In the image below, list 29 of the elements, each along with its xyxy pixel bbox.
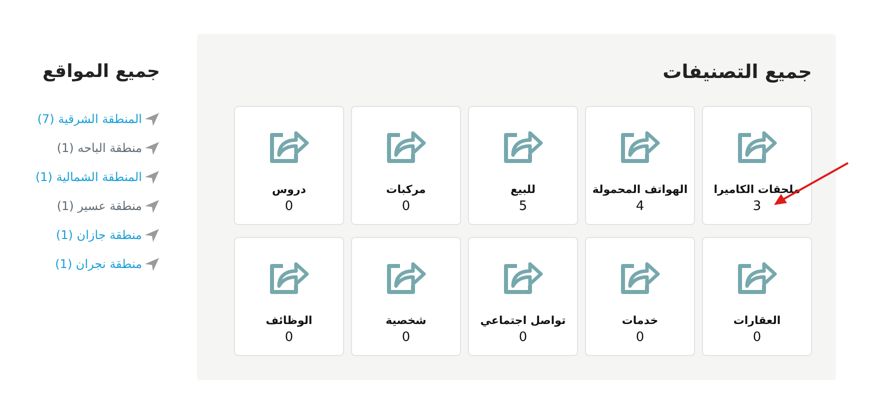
navigation-arrow-icon [144, 228, 160, 242]
category-name: مركبات [386, 183, 426, 197]
section-title: جميع المواقع [42, 60, 160, 84]
location-link[interactable]: منطقة الباحه (1) [56, 139, 142, 157]
category-count: 0 [636, 330, 644, 346]
category-count: 0 [402, 199, 410, 215]
category-name: العقارات [733, 314, 781, 328]
category-count: 0 [518, 330, 528, 346]
category-count: 4 [636, 199, 644, 215]
navigation-arrow-icon [144, 170, 160, 184]
category-name: تواصل اجتماعي [480, 314, 566, 328]
category-count: 0 [402, 330, 410, 346]
navigation-arrow-icon [144, 198, 160, 214]
category-count: 0 [752, 330, 762, 346]
navigation-arrow-icon [144, 140, 160, 156]
location-link[interactable]: منطقة عسير (1) [56, 197, 142, 215]
category-count: 0 [284, 199, 294, 215]
navigation-arrow-icon [144, 112, 160, 126]
navigation-arrow-icon [144, 256, 160, 272]
section-title: جميع التصنيفات [662, 60, 812, 84]
category-name: شخصية [386, 314, 426, 328]
category-count: 5 [518, 199, 528, 215]
category-name: للبيع [510, 183, 536, 197]
category-name: الهواتف المحمولة [592, 183, 688, 197]
category-name: دروس [272, 183, 306, 197]
category-count: 3 [752, 199, 762, 215]
category-name: خدمات [622, 314, 658, 328]
category-count: 0 [284, 330, 294, 346]
category-name: الوظائف [266, 314, 312, 328]
